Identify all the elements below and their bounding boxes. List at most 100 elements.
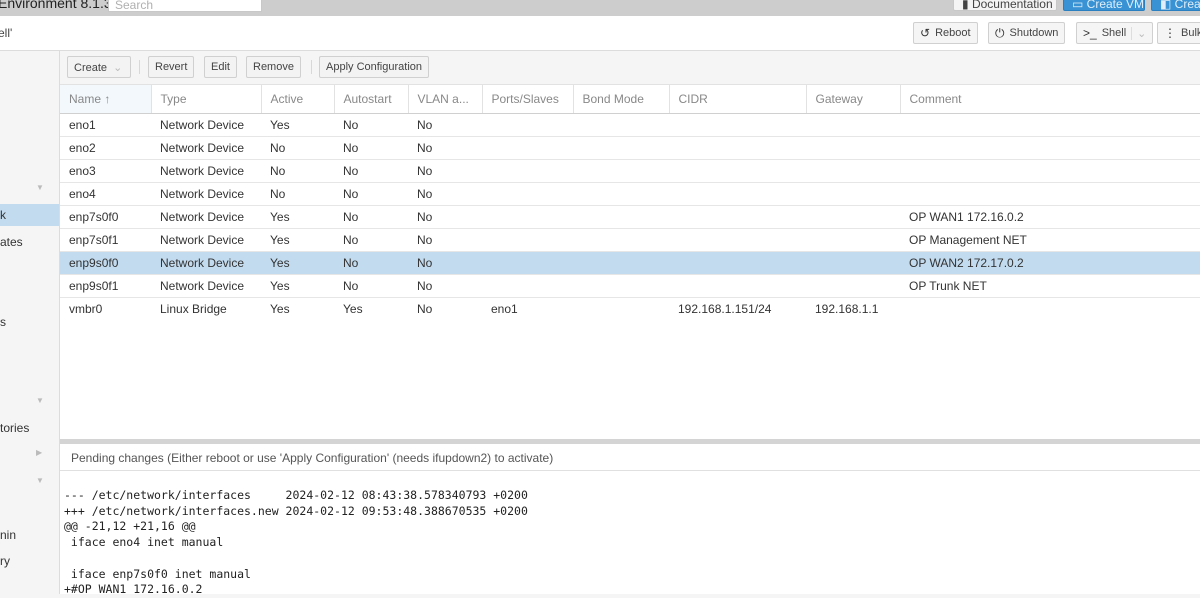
cell-vlan-aware: No [408,136,482,160]
collapse-arrow-icon[interactable]: ▼ [36,396,44,405]
chevron-down-icon: ⌄ [113,62,123,74]
cell-comment [900,297,1200,321]
cell-autostart: No [334,159,408,183]
column-header-bond-mode[interactable]: Bond Mode [573,84,670,114]
cell-ports-slaves [482,251,573,275]
cell-ports-slaves: eno1 [482,297,573,321]
column-header-ports-slaves[interactable]: Ports/Slaves [482,84,574,114]
apply-configuration-button[interactable]: Apply Configuration [319,56,430,78]
cell-active: Yes [261,251,334,275]
cell-cidr [669,113,806,137]
cell-active: No [261,136,334,160]
create-button[interactable]: Create ⌄ [67,56,131,78]
documentation-button[interactable]: ▮ Documentation [953,0,1057,11]
shell-button[interactable]: >_ Shell ⌄ [1076,22,1154,44]
cell-active: No [261,159,334,183]
table-row[interactable]: eno1 Network Device Yes No No [60,113,1200,137]
shutdown-button[interactable]: ⏻ Shutdown [988,22,1066,44]
column-header-name[interactable]: Name ↑ [60,84,152,114]
table-row[interactable]: enp7s0f1 Network Device Yes No No OP Manageme… [60,228,1200,252]
column-header-comment[interactable]: Comment [900,84,1200,114]
search-input[interactable]: Search [108,0,262,12]
cell-autostart: No [334,228,408,252]
cell-bond-mode [573,274,669,298]
column-header-gateway[interactable]: Gateway [806,84,901,114]
table-row[interactable]: enp9s0f0 Network Device Yes No No OP WAN2 172… [60,251,1200,275]
table-row[interactable]: eno2 Network Device No No No [60,136,1200,160]
book-icon: ▮ [962,0,972,11]
table-row[interactable]: eno4 Network Device No No No [60,182,1200,206]
sidebar-item-history[interactable]: ry [0,550,59,572]
monitor-icon: ▭ [1072,0,1087,11]
column-header-cidr[interactable]: CIDR [669,84,807,114]
reboot-button[interactable]: ↺ Reboot [913,22,978,44]
cell-cidr [669,251,806,275]
cell-gateway [806,182,900,206]
cell-active: Yes [261,274,334,298]
create-ct-button[interactable]: ◧ Create CT [1151,0,1200,11]
cell-bond-mode [573,228,669,252]
cell-gateway [806,228,900,252]
remove-button[interactable]: Remove [246,56,301,78]
sidebar-item-dns[interactable]: s [0,311,59,333]
create-vm-button[interactable]: ▭ Create VM [1063,0,1145,11]
column-header-vlan-aware[interactable]: VLAN a... [408,84,483,114]
cell-comment: OP WAN2 172.17.0.2 [900,251,1200,275]
edit-button[interactable]: Edit [204,56,237,78]
cell-autostart: No [334,251,408,275]
cell-comment [900,136,1200,160]
sidebar-item-admin[interactable]: nin [0,524,59,546]
cell-bond-mode [573,182,669,206]
node-header: ell' ↺ Reboot ⏻ Shutdown >_ Shell ⌄ ⋮ Bu… [0,16,1200,51]
cell-vlan-aware: No [408,228,482,252]
cell-name: eno2 [60,136,151,160]
cell-active: Yes [261,205,334,229]
cell-name: vmbr0 [60,297,151,321]
cell-active: Yes [261,228,334,252]
cell-type: Network Device [151,274,261,298]
sidebar-item-certificates[interactable]: ates [0,231,59,253]
sidebar-item-repositories[interactable]: tories [0,417,59,439]
table-row[interactable]: vmbr0 Linux Bridge Yes Yes No eno1 192.168.1.1… [60,297,1200,321]
cell-type: Network Device [151,228,261,252]
cell-gateway [806,251,900,275]
cell-ports-slaves [482,136,573,160]
cell-gateway [806,113,900,137]
table-row[interactable]: enp9s0f1 Network Device Yes No No OP Trunk NE… [60,274,1200,298]
collapse-arrow-icon[interactable]: ▼ [36,183,44,192]
revert-button[interactable]: Revert [148,56,195,78]
cell-ports-slaves [482,159,573,183]
chevron-down-icon[interactable]: ⌄ [1131,26,1146,40]
cell-name: enp7s0f0 [60,205,151,229]
cell-ports-slaves [482,113,573,137]
column-header-active[interactable]: Active [261,84,335,114]
table-row[interactable]: enp7s0f0 Network Device Yes No No OP WAN1 172… [60,205,1200,229]
table-row[interactable]: eno3 Network Device No No No [60,159,1200,183]
cell-type: Network Device [151,205,261,229]
cell-cidr [669,205,806,229]
top-bar: Environment 8.1.3 Search ▮ Documentation… [0,0,1200,16]
toolbar-separator [311,60,312,74]
cell-type: Linux Bridge [151,297,261,321]
app-title: Environment 8.1.3 [0,0,112,11]
cell-name: enp7s0f1 [60,228,151,252]
cell-name: eno1 [60,113,151,137]
cell-cidr [669,136,806,160]
cell-type: Network Device [151,182,261,206]
cell-bond-mode [573,113,669,137]
sidebar-item-network[interactable]: k [0,204,59,226]
network-table: Name ↑ Type Active Autostart VLAN a... P… [60,84,1200,321]
terminal-icon: >_ [1083,26,1097,40]
cell-active: Yes [261,297,334,321]
expand-arrow-icon[interactable]: ▶ [36,448,42,457]
cell-ports-slaves [482,182,573,206]
bulk-actions-button[interactable]: ⋮ Bulk [1157,22,1200,44]
cell-active: No [261,182,334,206]
cell-comment: OP Trunk NET [900,274,1200,298]
column-header-autostart[interactable]: Autostart [334,84,409,114]
cell-active: Yes [261,113,334,137]
collapse-arrow-icon[interactable]: ▼ [36,476,44,485]
cell-autostart: No [334,274,408,298]
toolbar-separator [139,60,140,74]
column-header-type[interactable]: Type [151,84,262,114]
